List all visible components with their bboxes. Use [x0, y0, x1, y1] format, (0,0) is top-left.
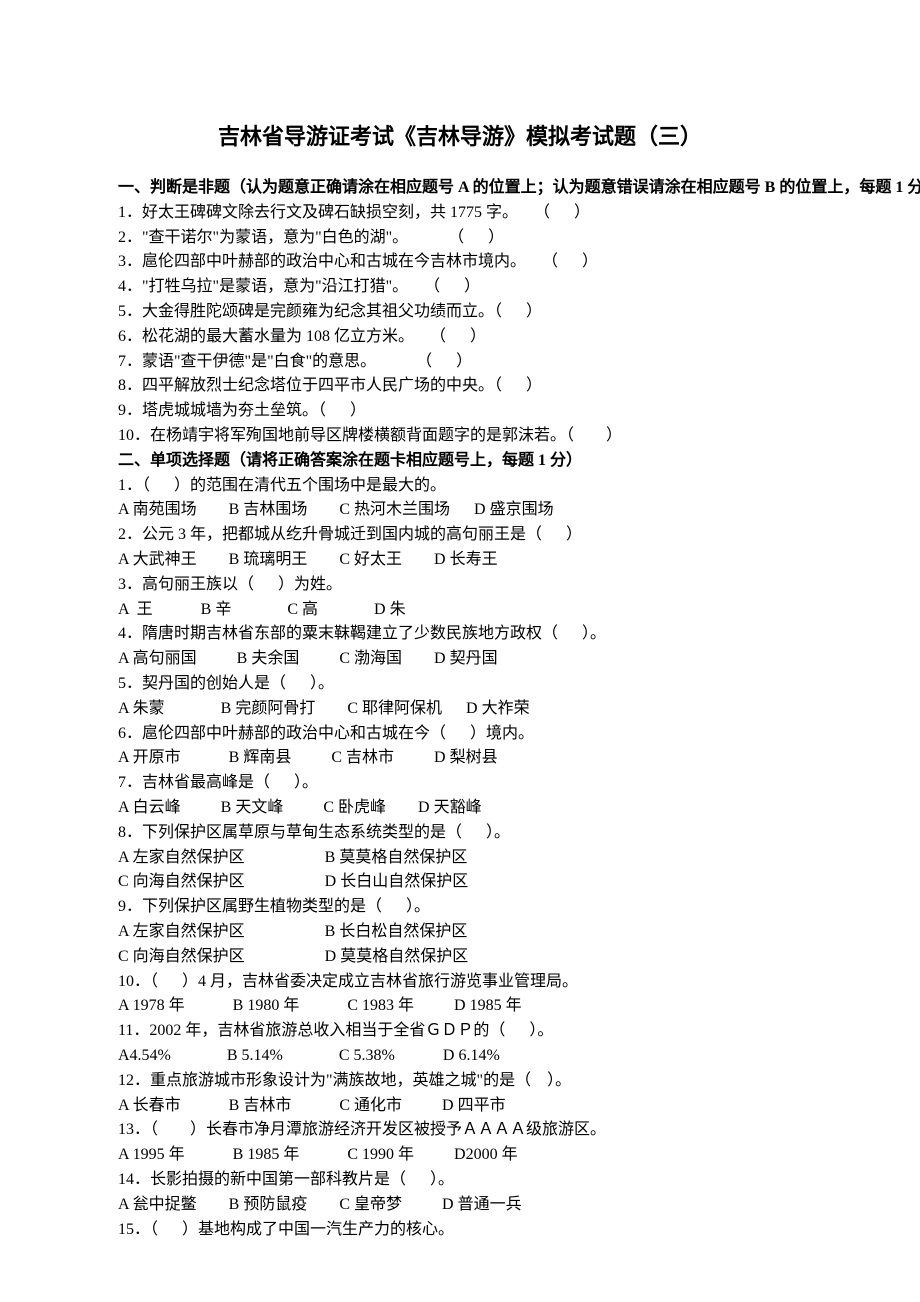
mc-stem: 9．下列保护区属野生植物类型的是（ ）。 — [118, 895, 802, 920]
section2-questions: 1．（ ）的范围在清代五个围场中是最大的。 A 南苑围场 B 吉林围场 C 热河… — [118, 474, 802, 1243]
mc-stem: 8．下列保护区属草原与草甸生态系统类型的是（ ）。 — [118, 821, 802, 846]
tf-item: 3．扈伦四部中叶赫部的政治中心和古城在今吉林市境内。 （ ） — [118, 250, 802, 275]
mc-options: A 瓮中捉鳖 B 预防鼠疫 C 皇帝梦 D 普通一兵 — [118, 1193, 802, 1218]
mc-options: A 1978 年 B 1980 年 C 1983 年 D 1985 年 — [118, 994, 802, 1019]
mc-stem: 15．（ ）基地构成了中国一汽生产力的核心。 — [118, 1218, 802, 1243]
tf-item: 6．松花湖的最大蓄水量为 108 亿立方米。 （ ） — [118, 325, 802, 350]
mc-options: A 南苑围场 B 吉林围场 C 热河木兰围场 D 盛京围场 — [118, 498, 802, 523]
mc-options: A 左家自然保护区 B 长白松自然保护区 C 向海自然保护区 D 莫莫格自然保护… — [118, 920, 802, 970]
mc-stem: 12．重点旅游城市形象设计为"满族故地，英雄之城"的是（ ）。 — [118, 1069, 802, 1094]
mc-stem: 14．长影拍摄的新中国第一部科教片是（ ）。 — [118, 1168, 802, 1193]
section2-header: 二、单项选择题（请将正确答案涂在题卡相应题号上，每题 1 分） — [118, 449, 802, 474]
mc-options: A 1995 年 B 1985 年 C 1990 年 D2000 年 — [118, 1143, 802, 1168]
page-title: 吉林省导游证考试《吉林导游》模拟考试题（三） — [118, 120, 802, 154]
mc-stem: 6．扈伦四部中叶赫部的政治中心和古城在今（ ）境内。 — [118, 722, 802, 747]
mc-options: A 白云峰 B 天文峰 C 卧虎峰 D 天豁峰 — [118, 796, 802, 821]
mc-stem: 3．高句丽王族以（ ）为姓。 — [118, 573, 802, 598]
mc-options: A 开原市 B 辉南县 C 吉林市 D 梨树县 — [118, 746, 802, 771]
mc-options: A 王 B 辛 C 高 D 朱 — [118, 598, 802, 623]
tf-item: 7．蒙语"查干伊德"是"白食"的意思。 （ ） — [118, 350, 802, 375]
mc-stem: 4．隋唐时期吉林省东部的粟末靺鞨建立了少数民族地方政权（ ）。 — [118, 622, 802, 647]
mc-stem: 1．（ ）的范围在清代五个围场中是最大的。 — [118, 474, 802, 499]
exam-page: 吉林省导游证考试《吉林导游》模拟考试题（三） 一、判断是非题（认为题意正确请涂在… — [0, 0, 920, 1302]
tf-item: 5．大金得胜陀颂碑是完颜雍为纪念其祖父功绩而立。（ ） — [118, 300, 802, 325]
tf-item: 2．"查干诺尔"为蒙语，意为"白色的湖"。 （ ） — [118, 226, 802, 251]
mc-options: A 高句丽国 B 夫余国 C 渤海国 D 契丹国 — [118, 647, 802, 672]
mc-stem: 2．公元 3 年，把都城从纥升骨城迁到国内城的高句丽王是（ ） — [118, 523, 802, 548]
section1-items: 1．好太王碑碑文除去行文及碑石缺损空刻，共 1775 字。 （ ） 2．"查干诺… — [118, 201, 802, 449]
mc-options: A 长春市 B 吉林市 C 通化市 D 四平市 — [118, 1094, 802, 1119]
mc-stem: 11．2002 年，吉林省旅游总收入相当于全省ＧＤＰ的（ ）。 — [118, 1019, 802, 1044]
mc-stem: 5．契丹国的创始人是（ ）。 — [118, 672, 802, 697]
tf-item: 9．塔虎城城墙为夯土垒筑。（ ） — [118, 399, 802, 424]
tf-item: 10．在杨靖宇将军殉国地前导区牌楼横额背面题字的是郭沫若。（ ） — [118, 424, 802, 449]
mc-options: A4.54% B 5.14% C 5.38% D 6.14% — [118, 1044, 802, 1069]
mc-options: A 大武神王 B 琉璃明王 C 好太王 D 长寿王 — [118, 548, 802, 573]
tf-item: 4．"打牲乌拉"是蒙语，意为"沿江打猎"。 （ ） — [118, 275, 802, 300]
mc-stem: 13．（ ）长春市净月潭旅游经济开发区被授予ＡＡＡＡ级旅游区。 — [118, 1118, 802, 1143]
mc-stem: 7．吉林省最高峰是（ ）。 — [118, 771, 802, 796]
tf-item: 8．四平解放烈士纪念塔位于四平市人民广场的中央。（ ） — [118, 374, 802, 399]
mc-stem: 10．（ ）4 月，吉林省委决定成立吉林省旅行游览事业管理局。 — [118, 970, 802, 995]
tf-item: 1．好太王碑碑文除去行文及碑石缺损空刻，共 1775 字。 （ ） — [118, 201, 802, 226]
mc-options: A 左家自然保护区 B 莫莫格自然保护区 C 向海自然保护区 D 长白山自然保护… — [118, 846, 802, 896]
mc-options: A 朱蒙 B 完颜阿骨打 C 耶律阿保机 D 大祚荣 — [118, 697, 802, 722]
section1-header: 一、判断是非题（认为题意正确请涂在相应题号 A 的位置上；认为题意错误请涂在相应… — [118, 176, 802, 201]
